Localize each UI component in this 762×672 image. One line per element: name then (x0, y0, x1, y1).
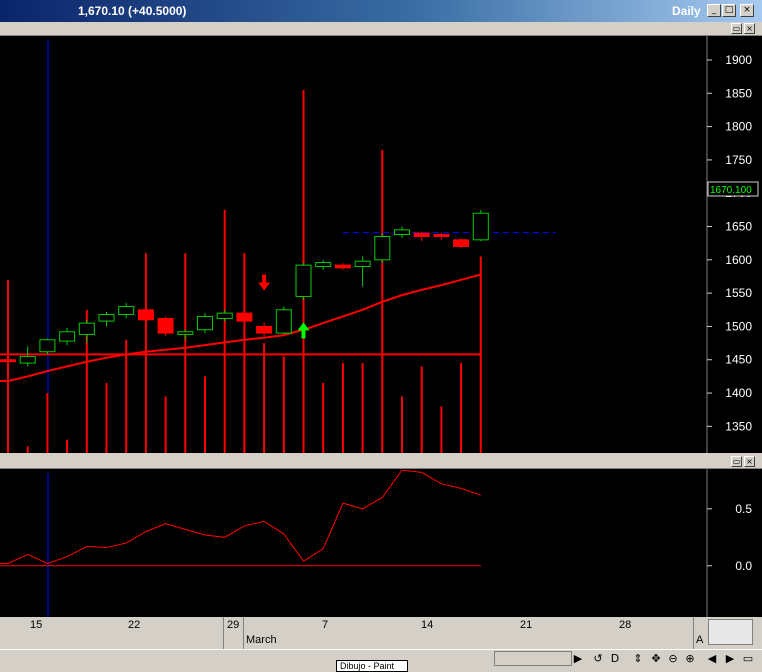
zoom-in-icon[interactable]: ⊕ (682, 652, 698, 666)
candle-down (157, 316, 174, 337)
date-axis: 15 22 29 March 7 14 21 28 A (0, 617, 707, 649)
price-chart[interactable]: 1900185018001750170016501600155015001450… (0, 36, 762, 453)
candle-body (19, 355, 36, 364)
price-axis-label: 1800 (725, 120, 752, 134)
candle-body (472, 212, 489, 241)
date-tick: 14 (421, 619, 434, 631)
candle-body (334, 264, 351, 269)
date-tick: 7 (322, 619, 329, 631)
candle-body (118, 305, 135, 315)
candle-body (433, 234, 450, 238)
indicator-axis-area (707, 469, 762, 617)
candle-body (275, 309, 292, 334)
period-label: Daily (672, 4, 701, 18)
indicator-restore-button[interactable]: ▭ (731, 456, 742, 467)
date-tick: 15 (30, 619, 43, 631)
candle-body (197, 315, 213, 331)
price-axis-label: 1400 (725, 386, 752, 400)
candle-body (177, 331, 194, 335)
price-axis-label: 1450 (725, 353, 752, 367)
pan-icon[interactable]: ✥ (648, 652, 664, 666)
price-axis-label: 1600 (725, 253, 752, 267)
minimize-button[interactable]: _ (707, 4, 721, 17)
month-label: March (246, 634, 277, 646)
last-price-label: 1670.100 (710, 185, 752, 196)
d-tool-icon[interactable]: D (607, 652, 623, 666)
vertical-move-icon[interactable]: ⇕ (630, 652, 646, 666)
taskbar-button[interactable]: Dibujo - Paint (336, 660, 408, 672)
candle-body (236, 312, 253, 322)
price-axis-label: 1900 (725, 53, 752, 67)
date-tick: 28 (619, 619, 632, 631)
candle-down (236, 311, 253, 324)
pane-close-button[interactable]: × (744, 23, 755, 34)
zoom-out-icon[interactable]: ⊖ (665, 652, 681, 666)
indicator-pane-header: ▭ × (0, 455, 762, 469)
candle-body (256, 325, 273, 334)
candle-body (98, 313, 115, 322)
candle-body (413, 232, 430, 238)
price-axis-label: 1550 (725, 286, 752, 300)
scroll-box[interactable] (494, 651, 572, 666)
candle-body (0, 359, 16, 363)
date-tick: 22 (128, 619, 141, 631)
candle-up (295, 263, 312, 300)
candle-body (394, 229, 410, 236)
indicator-axis-label: 0.0 (735, 559, 752, 573)
candle-body (216, 312, 233, 319)
candle-body (354, 260, 371, 267)
candle-down (453, 238, 470, 248)
price-axis-label: 1750 (725, 153, 752, 167)
close-button[interactable]: × (740, 4, 754, 17)
indicator-chart[interactable]: 0.5 0.0 (0, 469, 762, 617)
month-separator (693, 617, 694, 649)
toolbar: ▶ ↺ D ⇕ ✥ ⊖ ⊕ ◀ ▶ ▭ Dibujo - Paint (0, 649, 762, 672)
candle-body (453, 239, 470, 248)
candle-body (374, 236, 391, 261)
price-axis-label: 1850 (725, 86, 752, 100)
candle-body (157, 317, 174, 334)
expand-icon[interactable]: ▭ (740, 652, 756, 666)
date-separator (223, 617, 224, 649)
candle-up (275, 306, 292, 335)
candle-body (39, 339, 56, 353)
window-title-bar[interactable]: 1,670.10 (+40.5000) Daily _ □ × (0, 0, 762, 22)
candle-up (39, 338, 56, 355)
scroll-left-icon[interactable]: ◀ (704, 652, 720, 666)
indicator-plot-area (0, 469, 707, 617)
maximize-button[interactable]: □ (722, 4, 736, 17)
price-axis-label: 1350 (725, 419, 752, 433)
candle-body (295, 264, 312, 297)
scroll-right-icon[interactable]: ▶ (722, 652, 738, 666)
candle-body (59, 331, 76, 342)
price-pane-header: ▭ × (0, 22, 762, 36)
candle-body (78, 322, 95, 335)
month-separator (243, 617, 244, 649)
indicator-axis-label: 0.5 (735, 502, 752, 516)
window-title: 1,670.10 (+40.5000) (78, 4, 187, 18)
price-axis-label: 1650 (725, 220, 752, 234)
refresh-icon[interactable]: ↺ (590, 652, 606, 666)
indicator-close-button[interactable]: × (744, 456, 755, 467)
corner-box (708, 619, 753, 645)
price-axis-label: 1500 (725, 319, 752, 333)
play-icon[interactable]: ▶ (570, 652, 586, 666)
candle-up (197, 313, 213, 334)
candle-up (374, 233, 391, 264)
pane-restore-button[interactable]: ▭ (731, 23, 742, 34)
date-tick: 29 (227, 619, 240, 631)
month-label-cut: A (696, 634, 704, 646)
candle-up (472, 209, 489, 242)
candle-body (137, 309, 154, 321)
candle-body (315, 261, 332, 267)
last-price-tag: 1670.100 (707, 181, 759, 197)
date-tick: 21 (520, 619, 533, 631)
